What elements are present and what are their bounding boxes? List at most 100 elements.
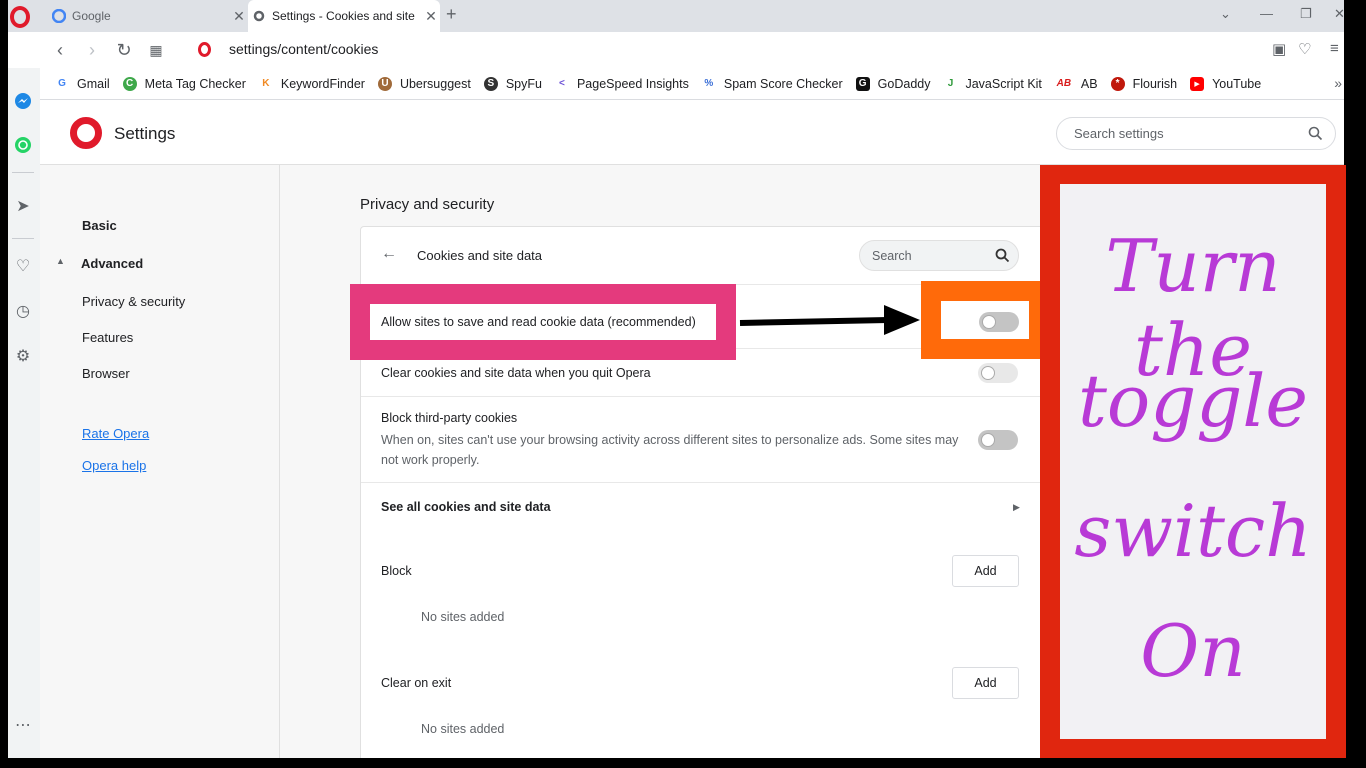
bookmark-flourish[interactable]: * Flourish [1110, 76, 1178, 91]
snapshot-icon[interactable]: ▣ [1272, 40, 1286, 58]
bookmark-label: AB [1080, 76, 1098, 91]
section-title: Privacy and security [360, 196, 495, 213]
search-icon [1308, 126, 1323, 141]
highlight-toggle-area [941, 301, 1029, 339]
bookmark-youtube[interactable]: ▶ YouTube [1190, 76, 1262, 91]
card-header: ← Cookies and site data Search [361, 227, 1061, 284]
bookmark-label: JavaScript Kit [965, 76, 1042, 91]
card-search-input[interactable]: Search [859, 240, 1019, 271]
toolbar: ‹ › ↻ ▦ settings/content/cookies ▣ ♡ ≡ [40, 32, 1344, 68]
bookmark-javascript-kit[interactable]: J JavaScript Kit [943, 76, 1042, 91]
bookmark-label: YouTube [1212, 76, 1262, 91]
bookmark-label: KeywordFinder [280, 76, 365, 91]
easy-setup-icon[interactable]: ≡ [1330, 40, 1339, 57]
new-tab-button[interactable]: + [446, 4, 457, 25]
highlighted-toggle[interactable] [979, 312, 1019, 332]
more-options-icon[interactable]: ⋯ [12, 714, 34, 736]
heart-icon[interactable]: ♡ [12, 255, 34, 277]
history-icon[interactable]: ◷ [12, 300, 34, 322]
link-icon: % [701, 76, 716, 91]
bookmark-spyfu[interactable]: S SpyFu [483, 76, 542, 91]
nav-basic[interactable]: Basic [82, 218, 117, 233]
nav-browser[interactable]: Browser [82, 366, 130, 381]
nav-advanced[interactable]: Advanced [81, 256, 143, 271]
nav-features[interactable]: Features [82, 330, 133, 345]
keywordfinder-icon: K [258, 76, 273, 91]
tab-google[interactable]: Google ✕ [48, 0, 248, 32]
bookmark-meta-tag-checker[interactable]: C Meta Tag Checker [122, 76, 246, 91]
restore-icon[interactable]: ❐ [1300, 6, 1312, 22]
spyfu-icon: S [483, 76, 498, 91]
rate-opera-link[interactable]: Rate Opera [82, 426, 149, 441]
close-window-icon[interactable]: ✕ [1334, 6, 1344, 22]
bookmark-label: Meta Tag Checker [144, 76, 246, 91]
toggle-knob [981, 366, 995, 380]
pagespeed-icon: < [554, 76, 569, 91]
opera-help-link[interactable]: Opera help [82, 458, 146, 473]
block-third-party-label: Block third-party cookies [381, 411, 518, 425]
bookmark-spam-score[interactable]: % Spam Score Checker [701, 76, 843, 91]
block-third-party-toggle[interactable] [978, 430, 1018, 450]
toggle-knob [982, 315, 996, 329]
bookmark-godaddy[interactable]: G GoDaddy [855, 76, 931, 91]
bookmark-label: GoDaddy [877, 76, 931, 91]
collapse-triangle-icon[interactable]: ▲ [56, 256, 65, 266]
tab-title: Settings - Cookies and site [272, 9, 415, 23]
opera-menu-icon[interactable] [10, 6, 30, 28]
minimize-icon[interactable]: — [1260, 6, 1273, 21]
bookmark-ubersuggest[interactable]: U Ubersuggest [377, 76, 471, 91]
block-empty-text: No sites added [421, 610, 505, 624]
bookmark-gmail[interactable]: G Gmail [55, 76, 110, 91]
tab-strip: Google ✕ Settings - Cookies and site ✕ +… [8, 0, 1344, 32]
see-all-cookies-row[interactable]: See all cookies and site data ▶ [361, 482, 1061, 532]
google-icon: G [55, 76, 69, 91]
reload-icon[interactable]: ↻ [112, 38, 136, 62]
instruction-line-3: switch [1074, 489, 1312, 573]
tab-search-icon[interactable]: ⌄ [1220, 6, 1231, 22]
settings-header: Settings Search settings [40, 101, 1344, 165]
bookmark-pagespeed[interactable]: < PageSpeed Insights [554, 76, 689, 91]
bookmark-label: PageSpeed Insights [576, 76, 689, 91]
address-path: /content/cookies [277, 41, 379, 57]
search-placeholder: Search settings [1074, 126, 1164, 141]
flourish-icon: * [1110, 76, 1125, 91]
bookmark-keywordfinder[interactable]: K KeywordFinder [258, 76, 365, 91]
settings-gear-icon[interactable]: ⚙ [12, 345, 34, 367]
back-arrow-icon[interactable]: ← [381, 245, 397, 263]
highlight-box-orange [921, 281, 1041, 359]
settings-nav: Basic ▲ Advanced Privacy & security Feat… [40, 165, 280, 758]
bookmark-label: Spam Score Checker [723, 76, 843, 91]
clear-on-exit-add-button[interactable]: Add [952, 667, 1019, 699]
bookmark-label: Ubersuggest [399, 76, 471, 91]
tab-title: Google [72, 9, 111, 23]
ubersuggest-icon: U [377, 76, 392, 91]
forward-icon[interactable]: › [80, 38, 104, 62]
opera-logo-icon [70, 117, 102, 149]
bookmark-ab[interactable]: AB AB [1054, 76, 1098, 91]
heart-icon[interactable]: ♡ [1298, 40, 1311, 58]
whatsapp-icon[interactable] [12, 134, 34, 156]
arrow-right-icon [739, 305, 920, 335]
clear-on-exit-empty-text: No sites added [421, 722, 505, 736]
back-icon[interactable]: ‹ [48, 38, 72, 62]
block-add-button[interactable]: Add [952, 555, 1019, 587]
close-tab-icon[interactable]: ✕ [230, 8, 248, 25]
bookmarks-overflow-icon[interactable]: » [1334, 75, 1342, 91]
card-title: Cookies and site data [417, 248, 543, 263]
see-all-cookies-label: See all cookies and site data [381, 500, 551, 514]
bookmark-label: Flourish [1132, 76, 1178, 91]
search-settings-input[interactable]: Search settings [1056, 117, 1336, 150]
tab-settings[interactable]: Settings - Cookies and site ✕ [248, 0, 440, 32]
instruction-line-2: toggle [1077, 359, 1309, 443]
messenger-icon[interactable] [12, 90, 34, 112]
send-icon[interactable]: ➤ [12, 195, 34, 217]
godaddy-icon: G [855, 76, 870, 91]
close-tab-icon[interactable]: ✕ [422, 8, 440, 25]
address-host: settings [229, 41, 278, 57]
sidebar-divider [12, 172, 34, 173]
clear-on-quit-toggle[interactable] [978, 363, 1018, 383]
address-bar[interactable]: settings/content/cookies [229, 41, 378, 57]
tab-grid-icon[interactable]: ▦ [144, 38, 168, 62]
chevron-right-icon: ▶ [1013, 502, 1020, 512]
nav-privacy-security[interactable]: Privacy & security [82, 294, 185, 309]
